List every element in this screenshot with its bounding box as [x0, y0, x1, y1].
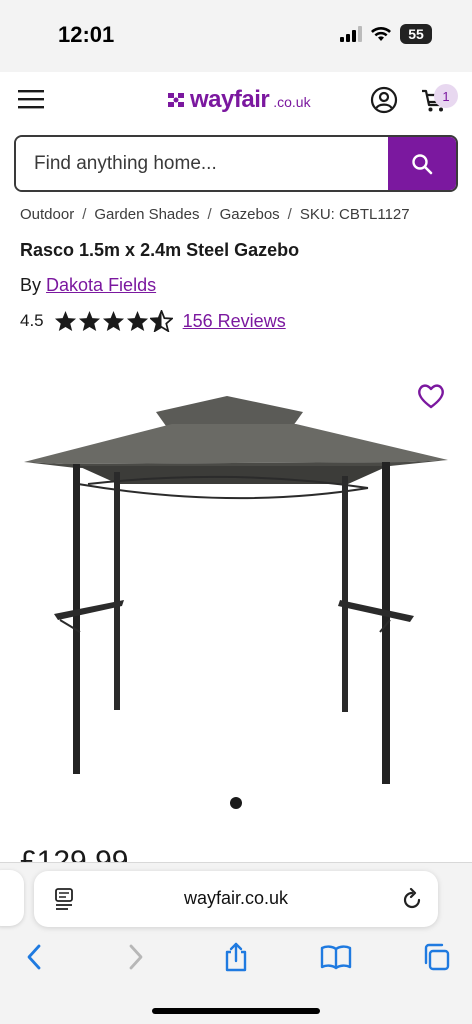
search-icon: [412, 153, 433, 174]
star-icon: [54, 310, 76, 332]
status-bar: 12:01 55: [0, 0, 472, 72]
back-icon: [27, 944, 41, 970]
home-indicator: [152, 1008, 320, 1014]
status-time: 12:01: [58, 22, 115, 47]
reviews-link[interactable]: 156 Reviews: [183, 311, 286, 332]
breadcrumb-separator: /: [287, 206, 292, 223]
url-text: wayfair.co.uk: [183, 888, 289, 908]
tabs-button[interactable]: [420, 941, 452, 973]
reload-icon[interactable]: [400, 887, 424, 911]
logo-tld: .co.uk: [273, 94, 311, 110]
product-image[interactable]: [18, 380, 454, 790]
carousel-dot-active[interactable]: [230, 797, 242, 809]
brand-link[interactable]: Dakota Fields: [46, 275, 156, 295]
product-byline: By Dakota Fields: [20, 275, 156, 296]
star-icon: [102, 310, 124, 332]
product-price: £129.99: [20, 845, 129, 862]
share-button[interactable]: [220, 941, 252, 973]
rating-row: 4.5 156 Reviews: [20, 310, 286, 332]
half-star-icon: [149, 310, 173, 332]
breadcrumb-separator: /: [82, 206, 87, 223]
star-icon: [78, 310, 100, 332]
by-prefix: By: [20, 275, 42, 295]
search-button[interactable]: [388, 137, 456, 190]
search-input[interactable]: [16, 137, 388, 190]
bookmarks-icon: [320, 945, 352, 970]
search-bar: [14, 135, 458, 192]
wifi-icon: [371, 27, 391, 41]
site-header: wayfair .co.uk: [0, 72, 472, 128]
breadcrumb: Outdoor / Garden Shades / Gazebos / SKU: CBTL1…: [20, 206, 410, 223]
battery-indicator: 55: [400, 24, 432, 44]
breadcrumb-outdoor[interactable]: Outdoor: [20, 206, 74, 223]
breadcrumb-gazebos[interactable]: Gazebos: [220, 206, 280, 223]
cart-count-badge[interactable]: 1: [434, 84, 458, 108]
rating-value: 4.5: [20, 311, 44, 330]
menu-icon[interactable]: [18, 88, 44, 110]
heart-icon[interactable]: [416, 382, 446, 410]
previous-tab-preview[interactable]: [0, 870, 24, 926]
logo-mark-icon: [168, 93, 184, 107]
product-title: Rasco 1.5m x 2.4m Steel Gazebo: [20, 240, 300, 260]
bookmarks-button[interactable]: [320, 941, 352, 973]
tabs-icon: [424, 943, 450, 971]
star-rating: [54, 310, 173, 332]
breadcrumb-garden-shades[interactable]: Garden Shades: [94, 206, 199, 223]
star-icon: [126, 310, 148, 332]
signal-icon: [340, 26, 362, 42]
product-sku: SKU: CBTL1127: [299, 206, 410, 223]
forward-icon: [129, 944, 143, 970]
breadcrumb-separator: /: [207, 206, 212, 223]
logo-text: wayfair: [190, 86, 270, 113]
share-icon: [225, 942, 247, 972]
status-icons: 55: [340, 24, 432, 44]
account-icon[interactable]: [370, 86, 398, 114]
wayfair-logo[interactable]: wayfair .co.uk: [166, 86, 311, 114]
forward-button[interactable]: [120, 941, 152, 973]
url-bar[interactable]: wayfair.co.uk: [34, 871, 438, 927]
back-button[interactable]: [18, 941, 50, 973]
